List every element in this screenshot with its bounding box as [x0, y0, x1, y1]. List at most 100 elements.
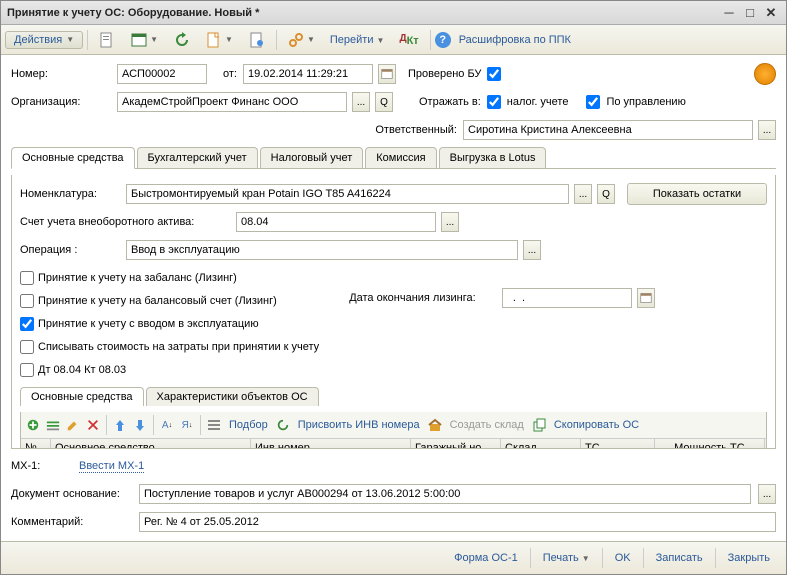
- create-warehouse-button: Создать склад: [446, 419, 528, 431]
- inner-tabs: Основные средства Характеристики объекто…: [20, 387, 767, 406]
- grid-header-gar[interactable]: Гаражный но...: [411, 439, 501, 449]
- cb-dtkt[interactable]: [20, 363, 34, 377]
- acc-input[interactable]: [236, 212, 436, 232]
- tab-tax[interactable]: Налоговый учет: [260, 147, 364, 168]
- op-input[interactable]: [126, 240, 518, 260]
- assign-inv-button[interactable]: Присвоить ИНВ номера: [294, 419, 424, 431]
- cb-balans[interactable]: [20, 294, 34, 308]
- mgmt-acc-label: По управлению: [606, 96, 685, 108]
- add-row-icon[interactable]: [24, 416, 42, 434]
- cb-write[interactable]: [20, 340, 34, 354]
- responsible-label: Ответственный:: [375, 124, 457, 136]
- warehouse-icon[interactable]: [426, 416, 444, 434]
- close-button[interactable]: ✕: [762, 5, 780, 21]
- bottom-bar: Форма ОС-1 Печать ▼ OK Записать Закрыть: [1, 541, 786, 574]
- toolbar-link-icon[interactable]: ▼: [281, 28, 322, 52]
- window-title: Принятие к учету ОС: Оборудование. Новый…: [7, 7, 717, 19]
- mgmt-acc-checkbox[interactable]: [586, 95, 600, 109]
- org-lookup-button[interactable]: Q: [375, 92, 393, 112]
- mx1-link[interactable]: Ввести МХ-1: [79, 460, 144, 473]
- sort-asc-icon[interactable]: A↓: [158, 416, 176, 434]
- nomen-select-button[interactable]: ...: [574, 184, 592, 204]
- acc-label: Счет учета внеоборотного актива:: [20, 216, 230, 228]
- nomen-lookup-button[interactable]: Q: [597, 184, 615, 204]
- toolbar-doc-icon[interactable]: [92, 28, 122, 52]
- sort-desc-icon[interactable]: Я↓: [178, 416, 196, 434]
- tab-main[interactable]: Основные средства: [11, 147, 135, 169]
- orange-status-icon[interactable]: [754, 63, 776, 85]
- grid-header-pow[interactable]: Мощность ТС, ...: [655, 439, 765, 449]
- tab-lotus[interactable]: Выгрузка в Lotus: [439, 147, 547, 168]
- help-icon[interactable]: ?: [435, 32, 451, 48]
- insert-row-icon[interactable]: [44, 416, 62, 434]
- doc-basis-select-button[interactable]: ...: [758, 484, 776, 504]
- reload-icon[interactable]: [274, 416, 292, 434]
- show-balances-button[interactable]: Показать остатки: [627, 183, 767, 205]
- toolbar-doc2-icon[interactable]: [242, 28, 272, 52]
- toolbar-calendar-icon[interactable]: ▼: [124, 28, 165, 52]
- save-button[interactable]: Записать: [650, 548, 709, 568]
- ppk-button[interactable]: Расшифровка по ППК: [453, 31, 577, 49]
- copy-os-icon[interactable]: [530, 416, 548, 434]
- doc-basis-label: Документ основание:: [11, 488, 131, 500]
- cb-zabalans[interactable]: [20, 271, 34, 285]
- reflect-label: Отражать в:: [419, 96, 481, 108]
- acc-select-button[interactable]: ...: [441, 212, 459, 232]
- checked-bu-checkbox[interactable]: [487, 67, 501, 81]
- goto-menu-button[interactable]: Перейти ▼: [324, 31, 391, 49]
- op-label: Операция :: [20, 244, 120, 256]
- number-input[interactable]: [117, 64, 207, 84]
- ok-button[interactable]: OK: [609, 548, 637, 568]
- list-icon[interactable]: [205, 416, 223, 434]
- tax-acc-checkbox[interactable]: [487, 95, 501, 109]
- maximize-button[interactable]: □: [741, 5, 759, 21]
- grid-header-inv[interactable]: Инв.номер: [251, 439, 411, 449]
- cb-vvod[interactable]: [20, 317, 34, 331]
- op-select-button[interactable]: ...: [523, 240, 541, 260]
- form-os1-button[interactable]: Форма ОС-1: [448, 548, 524, 568]
- move-down-icon[interactable]: [131, 416, 149, 434]
- toolbar-sheet-icon[interactable]: ▼: [199, 28, 240, 52]
- org-select-button[interactable]: ...: [352, 92, 370, 112]
- lease-end-label: Дата окончания лизинга:: [349, 292, 476, 304]
- mx1-label: МХ-1:: [11, 460, 71, 472]
- tax-acc-label: налог. учете: [507, 96, 569, 108]
- close-button-bottom[interactable]: Закрыть: [722, 548, 776, 568]
- responsible-select-button[interactable]: ...: [758, 120, 776, 140]
- toolbar-dtkt-icon[interactable]: ДКт: [392, 29, 425, 51]
- delete-row-icon[interactable]: [84, 416, 102, 434]
- comment-label: Комментарий:: [11, 516, 131, 528]
- copy-os-button[interactable]: Скопировать ОС: [550, 419, 643, 431]
- grid-header-tc[interactable]: ТС: [581, 439, 655, 449]
- toolbar-refresh-icon[interactable]: [167, 28, 197, 52]
- grid-header-n[interactable]: №: [21, 439, 51, 449]
- grid-toolbar: A↓ Я↓ Подбор Присвоить ИНВ номера Создат…: [21, 412, 766, 439]
- date-input[interactable]: [243, 64, 373, 84]
- actions-menu-button[interactable]: Действия▼: [5, 31, 83, 49]
- move-up-icon[interactable]: [111, 416, 129, 434]
- responsible-input[interactable]: [463, 120, 753, 140]
- comment-input[interactable]: [139, 512, 776, 532]
- lease-end-input[interactable]: [502, 288, 632, 308]
- lease-end-date-picker[interactable]: [637, 288, 655, 308]
- main-toolbar: Действия▼ ▼ ▼ ▼ Перейти ▼ ДКт ? Расшифро…: [1, 25, 786, 55]
- grid-header-skl[interactable]: Склад: [501, 439, 581, 449]
- edit-row-icon[interactable]: [64, 416, 82, 434]
- print-menu-button[interactable]: Печать ▼: [537, 548, 596, 568]
- minimize-button[interactable]: ─: [720, 5, 738, 21]
- doc-basis-input[interactable]: [139, 484, 751, 504]
- date-picker-icon[interactable]: [378, 64, 396, 84]
- org-input[interactable]: [117, 92, 347, 112]
- date-label: от:: [223, 68, 237, 80]
- podbor-button[interactable]: Подбор: [225, 419, 272, 431]
- tab-buh[interactable]: Бухгалтерский учет: [137, 147, 258, 168]
- inner-tab-chars[interactable]: Характеристики объектов ОС: [146, 387, 319, 406]
- grid-header-os[interactable]: Основное средство: [51, 439, 251, 449]
- nomen-input[interactable]: [126, 184, 569, 204]
- checked-bu-label: Проверено БУ: [408, 68, 481, 80]
- tab-commission[interactable]: Комиссия: [365, 147, 436, 168]
- inner-tab-os[interactable]: Основные средства: [20, 387, 144, 406]
- main-tabs: Основные средства Бухгалтерский учет Нал…: [11, 147, 776, 169]
- nomen-label: Номенклатура:: [20, 188, 120, 200]
- org-label: Организация:: [11, 96, 111, 108]
